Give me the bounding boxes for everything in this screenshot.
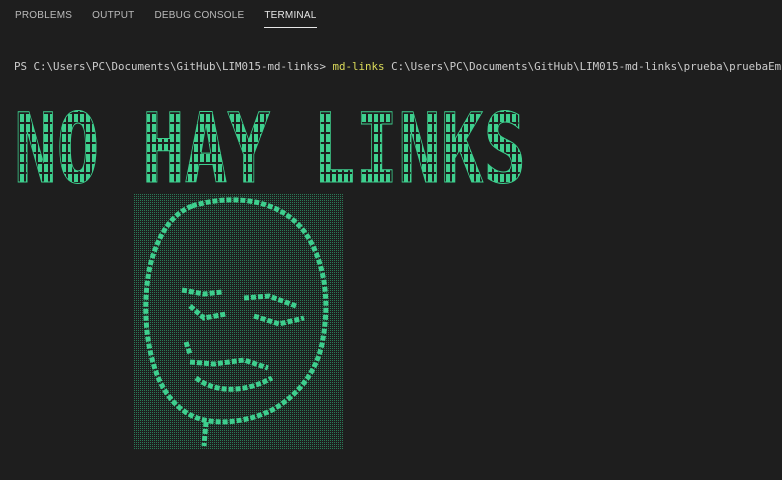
banner-text: NO HAY LINKS xyxy=(14,104,526,188)
ascii-banner-no-hay-links: NO HAY LINKS xyxy=(14,104,527,188)
tab-debug-console[interactable]: DEBUG CONSOLE xyxy=(154,10,244,27)
ascii-face-art xyxy=(134,194,344,450)
tab-terminal[interactable]: TERMINAL xyxy=(264,10,317,28)
tab-output[interactable]: OUTPUT xyxy=(92,10,134,27)
panel-tab-bar: PROBLEMS OUTPUT DEBUG CONSOLE TERMINAL xyxy=(0,0,782,32)
terminal-command-line: PS C:\Users\PC\Documents\GitHub\LIM015-m… xyxy=(14,60,782,73)
tab-problems[interactable]: PROBLEMS xyxy=(15,10,72,27)
terminal-prompt: PS C:\Users\PC\Documents\GitHub\LIM015-m… xyxy=(14,60,327,73)
terminal-command: md-links xyxy=(332,60,385,73)
terminal-argument: C:\Users\PC\Documents\GitHub\LIM015-md-l… xyxy=(391,60,782,73)
